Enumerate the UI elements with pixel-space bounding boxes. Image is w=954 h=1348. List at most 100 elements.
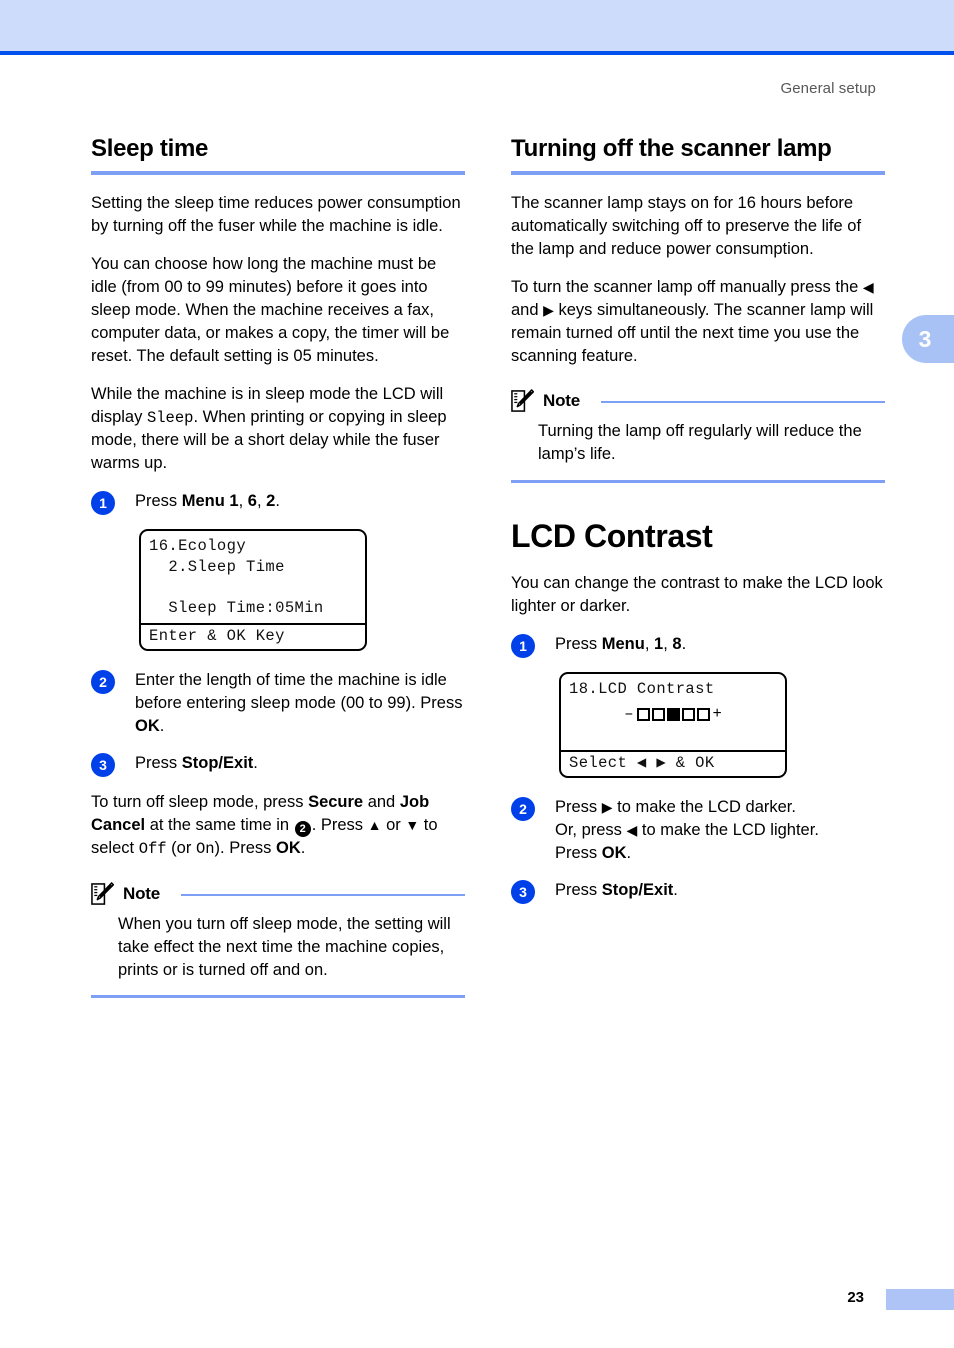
paragraph-turn-off-sleep: To turn off sleep mode, press Secure and…: [91, 791, 465, 861]
paragraph-lamp-timeout: The scanner lamp stays on for 16 hours b…: [511, 194, 862, 259]
left-arrow-icon: ◀: [862, 279, 874, 296]
text-fragment: ,: [238, 492, 248, 511]
text-fragment: .: [159, 716, 165, 735]
gauge-box-5: [696, 707, 710, 721]
step-text: Press Stop/Exit.: [135, 752, 465, 775]
key-ok: OK: [135, 716, 160, 735]
step-text: Press Menu 1, 6, 2.: [135, 490, 465, 513]
lcd-rows: 16.Ecology 2.Sleep Time Sleep Time:05Min: [141, 531, 365, 622]
section-heading-underline: [511, 171, 885, 176]
step-number-badge: 1: [511, 633, 535, 658]
text-fragment: .: [681, 634, 687, 653]
key-6: 6: [247, 492, 257, 511]
right-arrow-icon: ▶: [601, 799, 613, 816]
text-fragment: Press: [555, 844, 602, 863]
key-2: 2: [266, 492, 276, 511]
lcd-option-on: On: [195, 840, 215, 859]
text-fragment: Press: [135, 492, 182, 511]
text-fragment: Press: [135, 753, 182, 772]
note-footer-rule: [511, 479, 885, 483]
gauge-box-2: [651, 707, 665, 721]
text-fragment: and: [511, 301, 544, 320]
lcd-line-4: Sleep Time:05Min: [149, 598, 324, 617]
page-number: 23: [847, 1289, 864, 1306]
note-header: Note: [511, 389, 885, 413]
step-text: Press Menu, 1, 8.: [555, 633, 885, 656]
right-column: Turning off the scanner lamp The scanner…: [511, 135, 885, 918]
text-fragment: ,: [663, 634, 673, 653]
text-fragment: (or: [166, 839, 196, 858]
gauge-box-4: [681, 707, 695, 721]
text-fragment: to make the LCD lighter.: [637, 821, 819, 840]
left-arrow-icon: ◀: [626, 822, 638, 839]
key-secure: Secure: [308, 792, 364, 811]
paragraph-lamp-manual: To turn the scanner lamp off manually pr…: [511, 276, 885, 368]
note-header: Note: [91, 881, 465, 906]
text-fragment: to make the LCD darker.: [612, 798, 796, 817]
text-fragment: ,: [256, 492, 267, 511]
lcd-footer: Select ◀ ▶ & OK: [561, 749, 785, 776]
page-top-band: [0, 0, 954, 51]
step-3-left: 3 Press Stop/Exit.: [91, 752, 465, 777]
step-text: Press ▶ to make the LCD darker. Or, press…: [555, 796, 885, 865]
text-fragment: Enter the length of time the machine is …: [135, 670, 463, 712]
note-block-lamp: Note Turning the lamp off regularly will…: [511, 383, 885, 483]
gauge-box-3: [666, 707, 680, 721]
note-header-rule: [600, 400, 885, 403]
chapter-tab: 3: [902, 315, 954, 363]
lcd-display-ecology: 16.Ecology 2.Sleep Time Sleep Time:05Min…: [139, 529, 367, 651]
key-menu-1: Menu 1: [181, 492, 239, 511]
lcd-line-3: [141, 577, 365, 598]
right-arrow-icon: ▶: [543, 302, 554, 319]
lcd-footer: Enter & OK Key: [141, 622, 365, 649]
up-arrow-icon: ▲: [367, 816, 382, 833]
note-body: Turning the lamp off regularly will redu…: [538, 421, 862, 463]
text-fragment: Press: [555, 880, 602, 899]
text-fragment: Press: [555, 634, 602, 653]
lcd-rows: 18.LCD Contrast – +: [561, 674, 785, 750]
key-ok: OK: [275, 839, 301, 858]
text-fragment: .: [626, 844, 632, 863]
text-fragment: keys simultaneously. The scanner lamp wi…: [511, 301, 874, 365]
step-number-badge: 3: [511, 879, 535, 904]
gauge-plus-sign: +: [712, 705, 722, 724]
text-fragment: .: [673, 880, 678, 899]
step-3-right: 3 Press Stop/Exit.: [511, 879, 885, 904]
key-1: 1: [654, 634, 664, 653]
lcd-option-off: Off: [138, 840, 167, 859]
step-text: Press Stop/Exit.: [555, 879, 885, 902]
key-ok: OK: [601, 844, 627, 863]
note-header-rule: [180, 893, 465, 896]
step-number-badge: 1: [91, 491, 115, 516]
text-fragment: ,: [644, 634, 655, 653]
lcd-line-1: 16.Ecology: [149, 537, 247, 556]
note-block-sleep: Note When you turn off sleep mode, the s…: [91, 876, 465, 999]
lcd-line-2: 2.Sleep Time: [149, 557, 285, 576]
paragraph-sleep-lcd: While the machine is in sleep mode the L…: [91, 383, 465, 475]
note-pencil-icon: [511, 389, 534, 412]
note-title: Note: [543, 390, 580, 410]
chapter-heading-lcd-contrast: LCD Contrast: [511, 517, 713, 554]
paragraph-sleep-intro: Setting the sleep time reduces power con…: [91, 194, 461, 236]
footer-swatch: [886, 1289, 954, 1310]
text-fragment: .: [253, 753, 258, 772]
note-pencil-icon: [91, 881, 114, 905]
key-stop-exit: Stop/Exit: [181, 753, 254, 772]
step-text: Enter the length of time the machine is …: [135, 669, 465, 738]
section-heading-sleep-time: Sleep time: [91, 135, 209, 162]
paragraph-sleep-idle: You can choose how long the machine must…: [91, 255, 450, 365]
step-2-left: 2 Enter the length of time the machine i…: [91, 669, 465, 738]
step-number-badge: 2: [511, 797, 535, 822]
step-2-right: 2 Press ▶ to make the LCD darker. Or, pre…: [511, 796, 885, 865]
down-arrow-icon: ▼: [405, 816, 420, 833]
running-head: General setup: [780, 80, 876, 97]
text-fragment: . Press: [311, 815, 368, 834]
step-number-badge: 2: [91, 669, 115, 694]
note-body: When you turn off sleep mode, the settin…: [118, 914, 451, 979]
text-fragment: To turn the scanner lamp off manually pr…: [511, 278, 863, 297]
gauge-minus-sign: –: [624, 705, 634, 724]
note-footer-rule: [91, 995, 465, 999]
text-fragment: ). Press: [214, 839, 276, 858]
inline-step-reference-2: 2: [294, 821, 311, 838]
step-number-badge: 3: [91, 752, 115, 777]
